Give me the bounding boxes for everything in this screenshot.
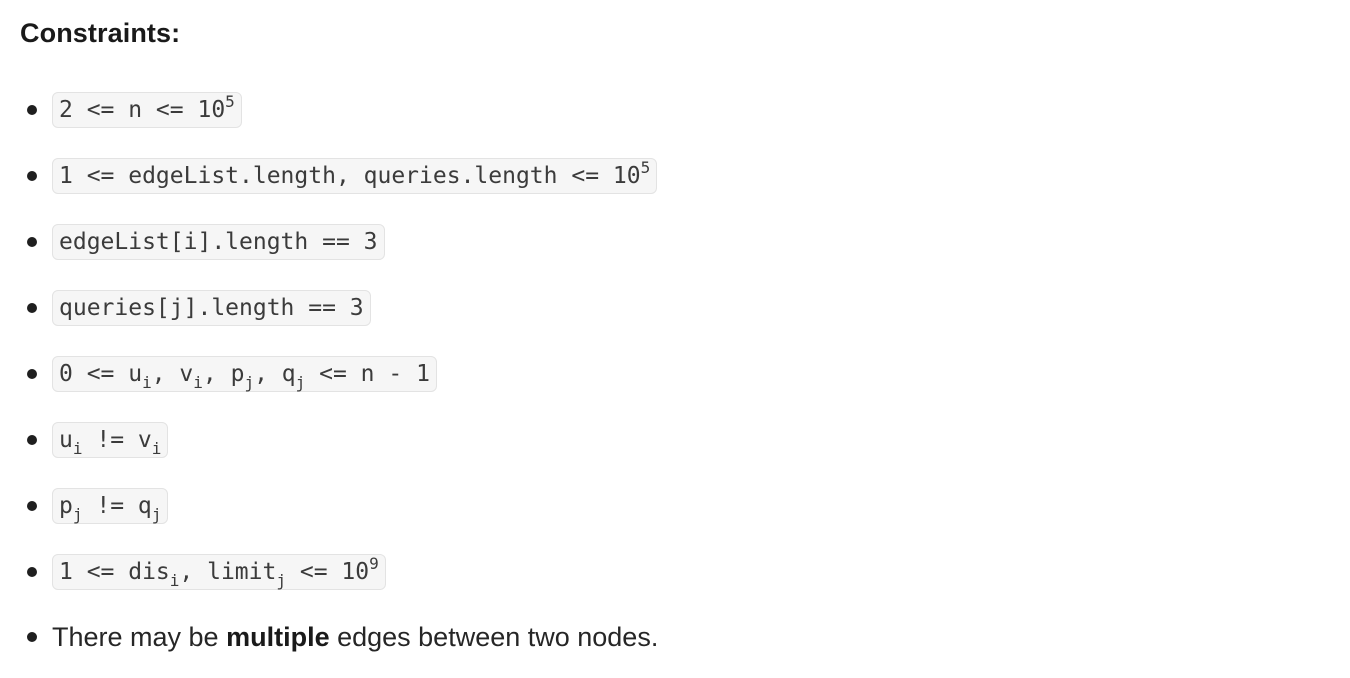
code-text: 1 <= edgeList.length, queries.length <= … <box>59 163 641 189</box>
bullet-icon <box>27 237 37 247</box>
code-text: , q <box>254 361 296 387</box>
code-text: <= n - 1 <box>305 361 430 387</box>
bullet-icon <box>27 435 37 445</box>
code-text: 1 <= dis <box>59 559 170 585</box>
constraint-code: queries[j].length == 3 <box>52 290 371 326</box>
bullet-icon <box>27 632 37 642</box>
code-text: queries[j].length == 3 <box>59 295 364 321</box>
bullet-icon <box>27 303 37 313</box>
constraint-code: 1 <= disi, limitj <= 109 <box>52 554 386 590</box>
subscript: j <box>151 505 162 524</box>
bullet-icon <box>27 567 37 577</box>
note-text: There may be multiple edges between two … <box>52 620 658 654</box>
constraint-code: pj != qj <box>52 488 169 524</box>
bullet-icon <box>27 501 37 511</box>
code-text: u <box>59 427 73 453</box>
note-text-start: There may be <box>52 622 227 652</box>
constraints-heading: Constraints: <box>20 18 181 48</box>
code-text: 0 <= u <box>59 361 143 387</box>
bullet-icon <box>27 369 37 379</box>
subscript: i <box>151 439 162 458</box>
bullet-icon <box>27 105 37 115</box>
code-text: , limit <box>179 559 277 585</box>
superscript: 9 <box>369 554 379 573</box>
code-text: p <box>59 493 73 519</box>
superscript: 5 <box>225 92 235 111</box>
constraint-code: 1 <= edgeList.length, queries.length <= … <box>52 158 658 194</box>
code-text: , v <box>151 361 194 387</box>
superscript: 5 <box>640 158 651 177</box>
code-text: <= 10 <box>286 559 370 585</box>
subscript: j <box>295 373 306 392</box>
code-text: edgeList[i].length == 3 <box>59 229 378 255</box>
subscript: j <box>244 373 255 392</box>
code-text: != q <box>82 493 152 519</box>
subscript: i <box>72 439 83 458</box>
code-text: 2 <= n <= 10 <box>59 97 226 123</box>
subscript: i <box>169 571 180 590</box>
note-text-end: edges between two nodes. <box>329 622 659 652</box>
constraint-code: edgeList[i].length == 3 <box>52 224 385 260</box>
bullet-icon <box>27 171 37 181</box>
code-text: , p <box>202 361 245 387</box>
constraint-code: 0 <= ui, vi, pj, qj <= n - 1 <box>52 356 437 392</box>
subscript: j <box>276 571 286 590</box>
constraint-code: 2 <= n <= 105 <box>52 92 242 128</box>
constraint-code: ui != vi <box>52 422 169 458</box>
note-emphasis: multiple <box>226 622 330 652</box>
subscript: i <box>193 373 203 392</box>
code-text: != v <box>82 427 152 453</box>
subscript: j <box>72 505 83 524</box>
subscript: i <box>142 373 152 392</box>
